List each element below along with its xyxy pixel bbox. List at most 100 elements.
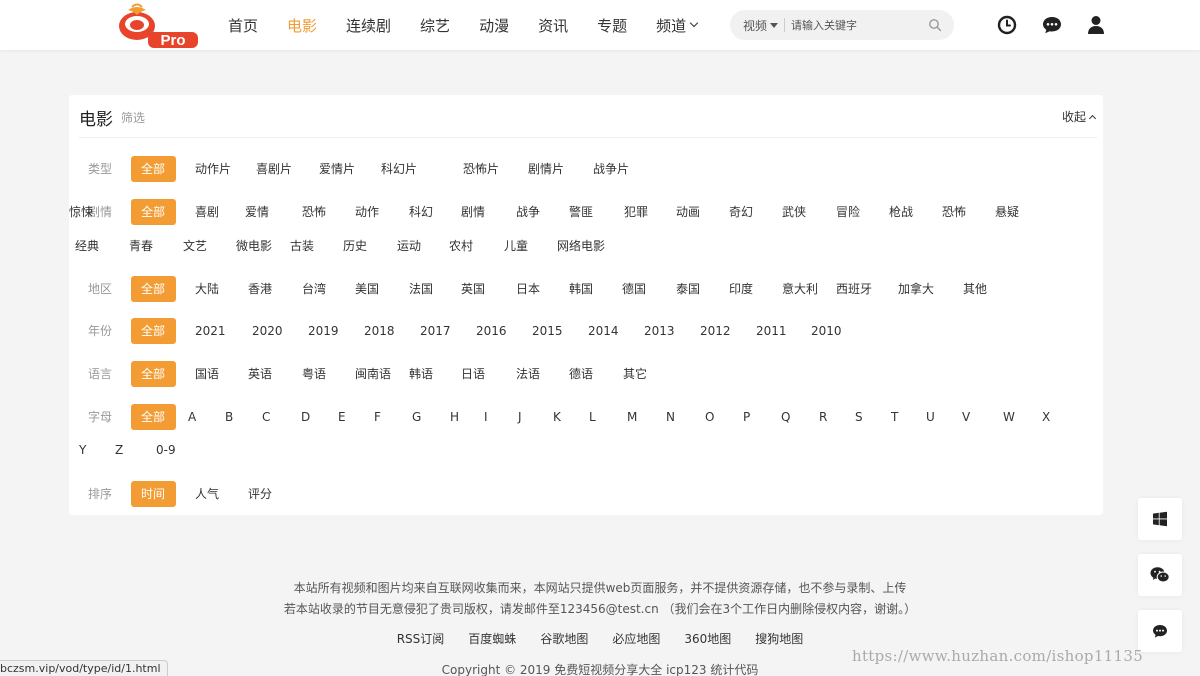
filter-option[interactable]: 日语 — [461, 361, 485, 387]
filter-option[interactable]: 英国 — [461, 276, 485, 302]
filter-option[interactable]: 其它 — [623, 361, 647, 387]
filter-option[interactable]: 悬疑 — [995, 199, 1019, 225]
nav-item-4[interactable]: 动漫 — [479, 15, 509, 36]
filter-option[interactable]: 武侠 — [782, 199, 806, 225]
footer-link[interactable]: 谷歌地图 — [540, 630, 588, 647]
filter-option[interactable]: 2012 — [700, 318, 731, 344]
filter-option[interactable]: 微电影 — [236, 233, 272, 259]
filter-option[interactable]: 台湾 — [302, 276, 326, 302]
filter-option[interactable]: N — [666, 404, 675, 430]
filter-option[interactable]: 惊悚 — [69, 199, 93, 225]
nav-item-2[interactable]: 连续剧 — [346, 15, 391, 36]
search-type-select[interactable]: 视频 — [743, 17, 779, 34]
filter-option[interactable]: G — [412, 404, 421, 430]
filter-option[interactable]: 日本 — [516, 276, 540, 302]
filter-option[interactable]: T — [891, 404, 898, 430]
filter-option[interactable]: 全部 — [130, 276, 176, 302]
filter-option[interactable]: 2017 — [420, 318, 451, 344]
filter-option[interactable]: 2020 — [252, 318, 283, 344]
filter-option[interactable]: 剧情 — [461, 199, 485, 225]
filter-option[interactable]: Q — [781, 404, 790, 430]
filter-option[interactable]: 2015 — [532, 318, 563, 344]
filter-option[interactable]: 闽南语 — [355, 361, 391, 387]
filter-option[interactable]: 时间 — [130, 481, 176, 507]
filter-option[interactable]: 动作片 — [195, 156, 231, 182]
filter-option[interactable]: X — [1042, 404, 1050, 430]
filter-option[interactable]: M — [627, 404, 637, 430]
filter-option[interactable]: 全部 — [130, 361, 176, 387]
footer-link[interactable]: 搜狗地图 — [755, 630, 803, 647]
filter-option[interactable]: 青春 — [129, 233, 153, 259]
filter-option[interactable]: W — [1003, 404, 1015, 430]
filter-option[interactable]: 文艺 — [183, 233, 207, 259]
filter-option[interactable]: K — [553, 404, 561, 430]
nav-item-0[interactable]: 首页 — [228, 15, 258, 36]
filter-option[interactable]: 恐怖片 — [463, 156, 499, 182]
filter-option[interactable]: 喜剧片 — [256, 156, 292, 182]
filter-option[interactable]: A — [188, 404, 196, 430]
filter-option[interactable]: 加拿大 — [898, 276, 934, 302]
filter-option[interactable]: C — [262, 404, 270, 430]
filter-option[interactable]: Z — [115, 437, 123, 463]
filter-option[interactable]: 全部 — [130, 404, 176, 430]
filter-option[interactable]: 儿童 — [504, 233, 528, 259]
filter-option[interactable]: 评分 — [248, 481, 272, 507]
filter-option[interactable]: 西班牙 — [836, 276, 872, 302]
filter-option[interactable]: 德国 — [622, 276, 646, 302]
filter-option[interactable]: E — [338, 404, 346, 430]
filter-option[interactable]: 全部 — [130, 318, 176, 344]
filter-option[interactable]: 法语 — [516, 361, 540, 387]
filter-option[interactable]: P — [743, 404, 750, 430]
filter-option[interactable]: F — [374, 404, 381, 430]
filter-option[interactable]: 战争 — [516, 199, 540, 225]
filter-option[interactable]: V — [962, 404, 970, 430]
chat-bubble-icon[interactable] — [1041, 14, 1063, 36]
filter-option[interactable]: 战争片 — [593, 156, 629, 182]
nav-item-3[interactable]: 综艺 — [420, 15, 450, 36]
filter-option[interactable]: 0-9 — [156, 437, 176, 463]
collapse-button[interactable]: 收起 — [1062, 108, 1097, 125]
filter-option[interactable]: 2014 — [588, 318, 619, 344]
windows-app-button[interactable] — [1138, 498, 1182, 540]
user-icon[interactable] — [1085, 14, 1107, 36]
filter-option[interactable]: 运动 — [397, 233, 421, 259]
clock-icon[interactable] — [996, 14, 1018, 36]
filter-option[interactable]: 2021 — [195, 318, 226, 344]
footer-link[interactable]: 百度蜘蛛 — [468, 630, 516, 647]
filter-option[interactable]: 其他 — [963, 276, 987, 302]
footer-link[interactable]: 360地图 — [684, 630, 731, 647]
filter-option[interactable]: 2018 — [364, 318, 395, 344]
filter-option[interactable]: 泰国 — [676, 276, 700, 302]
filter-option[interactable]: 德语 — [569, 361, 593, 387]
filter-option[interactable]: 爱情 — [245, 199, 269, 225]
nav-item-5[interactable]: 资讯 — [538, 15, 568, 36]
nav-item-1[interactable]: 电影 — [287, 15, 317, 36]
filter-option[interactable]: J — [518, 404, 522, 430]
filter-option[interactable]: 恐怖 — [302, 199, 326, 225]
nav-item-6[interactable]: 专题 — [597, 15, 627, 36]
filter-option[interactable]: 犯罪 — [624, 199, 648, 225]
filter-option[interactable]: 爱情片 — [319, 156, 355, 182]
footer-link[interactable]: RSS订阅 — [397, 630, 445, 647]
filter-option[interactable]: 美国 — [355, 276, 379, 302]
filter-option[interactable]: O — [705, 404, 714, 430]
filter-option[interactable]: 科幻片 — [381, 156, 417, 182]
filter-option[interactable]: S — [855, 404, 863, 430]
filter-option[interactable]: 经典 — [75, 233, 99, 259]
filter-option[interactable]: 喜剧 — [195, 199, 219, 225]
nav-item-7[interactable]: 频道 — [656, 15, 699, 36]
filter-option[interactable]: B — [225, 404, 233, 430]
filter-option[interactable]: 2019 — [308, 318, 339, 344]
filter-option[interactable]: 大陆 — [195, 276, 219, 302]
filter-option[interactable]: 韩语 — [409, 361, 433, 387]
filter-option[interactable]: 动作 — [355, 199, 379, 225]
filter-option[interactable]: 全部 — [130, 156, 176, 182]
filter-option[interactable]: L — [589, 404, 596, 430]
filter-option[interactable]: 历史 — [343, 233, 367, 259]
search-icon[interactable] — [928, 18, 942, 32]
site-logo[interactable]: Pro — [108, 2, 200, 48]
filter-option[interactable]: 警匪 — [569, 199, 593, 225]
filter-option[interactable]: 国语 — [195, 361, 219, 387]
filter-option[interactable]: 科幻 — [409, 199, 433, 225]
filter-option[interactable]: 古装 — [290, 233, 314, 259]
